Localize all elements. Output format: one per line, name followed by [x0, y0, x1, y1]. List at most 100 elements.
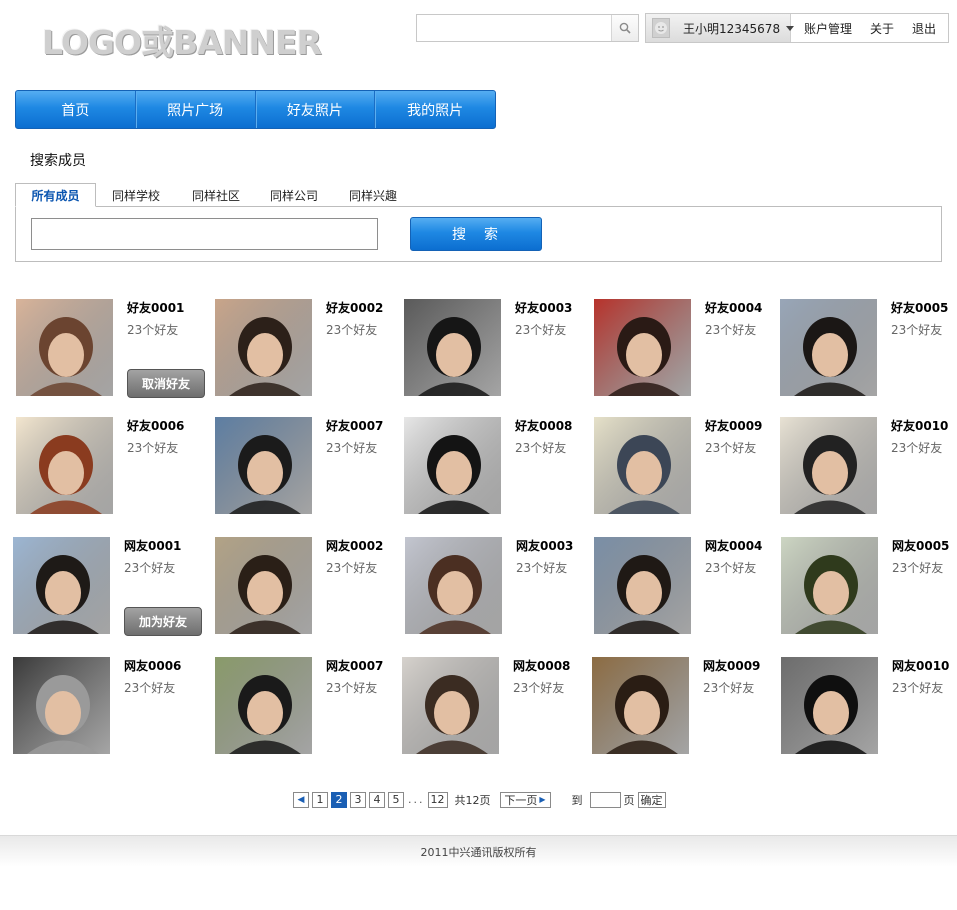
member-name[interactable]: 网友0008	[513, 657, 570, 674]
add-friend-button[interactable]: 加为好友	[124, 607, 202, 636]
member-name[interactable]: 网友0009	[703, 657, 760, 674]
friend-count: 23个好友	[326, 323, 378, 337]
prev-page-button[interactable]: ◀	[293, 791, 309, 808]
member-card: 网友0004 23个好友	[594, 537, 774, 647]
member-card: 好友0001 23个好友取消好友	[16, 299, 205, 409]
member-photo[interactable]	[781, 537, 878, 634]
nav-home[interactable]: 首页	[16, 91, 136, 128]
goto-confirm-button[interactable]: 确定	[637, 791, 666, 808]
username-label: 王小明12345678	[683, 21, 781, 36]
page-5[interactable]: 5	[388, 791, 404, 808]
member-card: 网友0007 23个好友	[215, 657, 395, 767]
member-photo[interactable]	[405, 537, 502, 634]
section-title: 搜索成员	[30, 153, 86, 169]
page-3[interactable]: 3	[350, 791, 366, 808]
member-name[interactable]: 好友0008	[515, 417, 572, 434]
member-photo[interactable]	[781, 657, 878, 754]
member-name[interactable]: 网友0010	[892, 657, 949, 674]
member-card: 网友0010 23个好友	[781, 657, 957, 767]
member-photo[interactable]	[215, 537, 312, 634]
member-name[interactable]: 好友0002	[326, 299, 383, 316]
member-card: 网友0002 23个好友	[215, 537, 395, 647]
page-last[interactable]: 12	[427, 791, 448, 808]
top-search-button[interactable]	[611, 15, 638, 41]
member-card: 网友0009 23个好友	[592, 657, 772, 767]
member-card: 网友0008 23个好友	[402, 657, 582, 767]
main-nav: 首页 照片广场 好友照片 我的照片	[15, 90, 496, 129]
footer: 2011中兴通讯版权所有	[0, 835, 957, 867]
member-name[interactable]: 好友0007	[326, 417, 383, 434]
member-photo[interactable]	[402, 657, 499, 754]
friend-count: 23个好友	[326, 441, 378, 455]
member-photo[interactable]	[594, 537, 691, 634]
member-search-input[interactable]	[31, 218, 378, 250]
member-name[interactable]: 好友0005	[891, 299, 948, 316]
right-triangle-icon: ▶	[539, 795, 546, 804]
goto-page-input[interactable]	[589, 791, 621, 808]
page-unit-label: 页	[623, 793, 635, 807]
member-photo[interactable]	[13, 537, 110, 634]
friend-count: 23个好友	[705, 561, 757, 575]
member-name[interactable]: 网友0003	[516, 537, 573, 554]
page-2-current[interactable]: 2	[331, 791, 347, 808]
friend-count: 23个好友	[891, 323, 943, 337]
member-name[interactable]: 网友0001	[124, 537, 181, 554]
member-photo[interactable]	[594, 299, 691, 396]
member-photo[interactable]	[404, 299, 501, 396]
member-photo[interactable]	[13, 657, 110, 754]
member-name[interactable]: 好友0010	[891, 417, 948, 434]
friend-count: 23个好友	[513, 681, 565, 695]
member-name[interactable]: 网友0002	[326, 537, 383, 554]
page-1[interactable]: 1	[312, 791, 328, 808]
member-card: 好友0006 23个好友	[16, 417, 196, 527]
member-photo[interactable]	[780, 299, 877, 396]
member-name[interactable]: 网友0006	[124, 657, 181, 674]
nav-my-photos[interactable]: 我的照片	[375, 91, 495, 128]
friend-count: 23个好友	[891, 441, 943, 455]
pagination: ◀ 1 2 3 4 5 ... 12 共12页 下一页 ▶ 到 页 确定	[293, 791, 666, 808]
member-card: 网友0006 23个好友	[13, 657, 193, 767]
friend-count: 23个好友	[515, 441, 567, 455]
tab-all-members[interactable]: 所有成员	[15, 183, 96, 207]
top-search-input[interactable]	[417, 15, 612, 41]
member-name[interactable]: 网友0004	[705, 537, 762, 554]
member-photo[interactable]	[780, 417, 877, 514]
next-page-button[interactable]: 下一页 ▶	[499, 791, 551, 808]
tab-same-company[interactable]: 同样公司	[256, 183, 332, 207]
logout-link[interactable]: 退出	[903, 14, 945, 42]
nav-friend-photos[interactable]: 好友照片	[256, 91, 376, 128]
about-link[interactable]: 关于	[861, 14, 903, 42]
member-card: 网友0005 23个好友	[781, 537, 957, 647]
member-photo[interactable]	[592, 657, 689, 754]
tab-same-school[interactable]: 同样学校	[96, 183, 176, 207]
account-settings-link[interactable]: 账户管理	[791, 14, 861, 42]
friend-count: 23个好友	[127, 323, 179, 337]
member-photo[interactable]	[16, 417, 113, 514]
member-name[interactable]: 好友0001	[127, 299, 184, 316]
member-photo[interactable]	[16, 299, 113, 396]
member-photo[interactable]	[215, 417, 312, 514]
member-photo[interactable]	[594, 417, 691, 514]
member-card: 好友0010 23个好友	[780, 417, 957, 527]
tab-same-community[interactable]: 同样社区	[176, 183, 256, 207]
member-photo[interactable]	[215, 299, 312, 396]
member-photo[interactable]	[404, 417, 501, 514]
member-name[interactable]: 网友0007	[326, 657, 383, 674]
nav-photo-square[interactable]: 照片广场	[136, 91, 256, 128]
user-menu[interactable]: 王小明12345678	[646, 14, 795, 42]
remove-friend-button[interactable]: 取消好友	[127, 369, 205, 398]
member-search-button[interactable]: 搜 索	[410, 217, 542, 251]
member-card: 好友0008 23个好友	[404, 417, 584, 527]
page-4[interactable]: 4	[369, 791, 385, 808]
friend-count: 23个好友	[892, 681, 944, 695]
friend-count: 23个好友	[326, 561, 378, 575]
member-name[interactable]: 好友0009	[705, 417, 762, 434]
tab-same-interest[interactable]: 同样兴趣	[332, 183, 414, 207]
friend-count: 23个好友	[705, 323, 757, 337]
member-card: 好友0004 23个好友	[594, 299, 774, 409]
member-photo[interactable]	[215, 657, 312, 754]
member-name[interactable]: 好友0006	[127, 417, 184, 434]
member-name[interactable]: 好友0004	[705, 299, 762, 316]
member-name[interactable]: 好友0003	[515, 299, 572, 316]
member-name[interactable]: 网友0005	[892, 537, 949, 554]
